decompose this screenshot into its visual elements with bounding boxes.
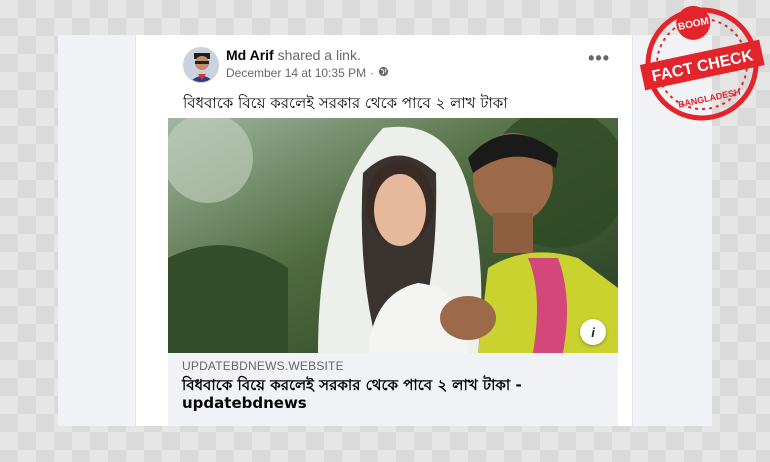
link-domain: UPDATEBDNEWS.WEBSITE [182,359,344,373]
post-author-line: Md Arif shared a link. [226,47,361,63]
link-preview-footer[interactable]: UPDATEBDNEWS.WEBSITE বিধবাকে বিয়ে করলেই… [168,353,618,426]
fact-check-stamp: BOOM FACT CHECK BANGLADESH [639,5,765,121]
more-options-button[interactable]: ••• [588,49,610,67]
link-photo [168,118,618,353]
info-button[interactable]: i [580,319,606,345]
post-action: shared a link. [277,47,361,63]
post-text: বিধবাকে বিয়ে করলেই সরকার থেকে পাবে ২ লা… [183,94,508,112]
author-name[interactable]: Md Arif [226,47,274,63]
link-preview-image[interactable]: i [168,118,618,353]
globe-icon[interactable] [378,66,389,80]
post-timestamp[interactable]: December 14 at 10:35 PM [226,66,366,80]
facebook-post: Md Arif shared a link. December 14 at 10… [135,35,633,426]
post-meta: December 14 at 10:35 PM · [226,66,389,80]
link-title[interactable]: বিধবাকে বিয়ে করলেই সরকার থেকে পাবে ২ লা… [182,376,602,412]
avatar[interactable] [183,47,219,83]
meta-separator: · [370,66,375,80]
